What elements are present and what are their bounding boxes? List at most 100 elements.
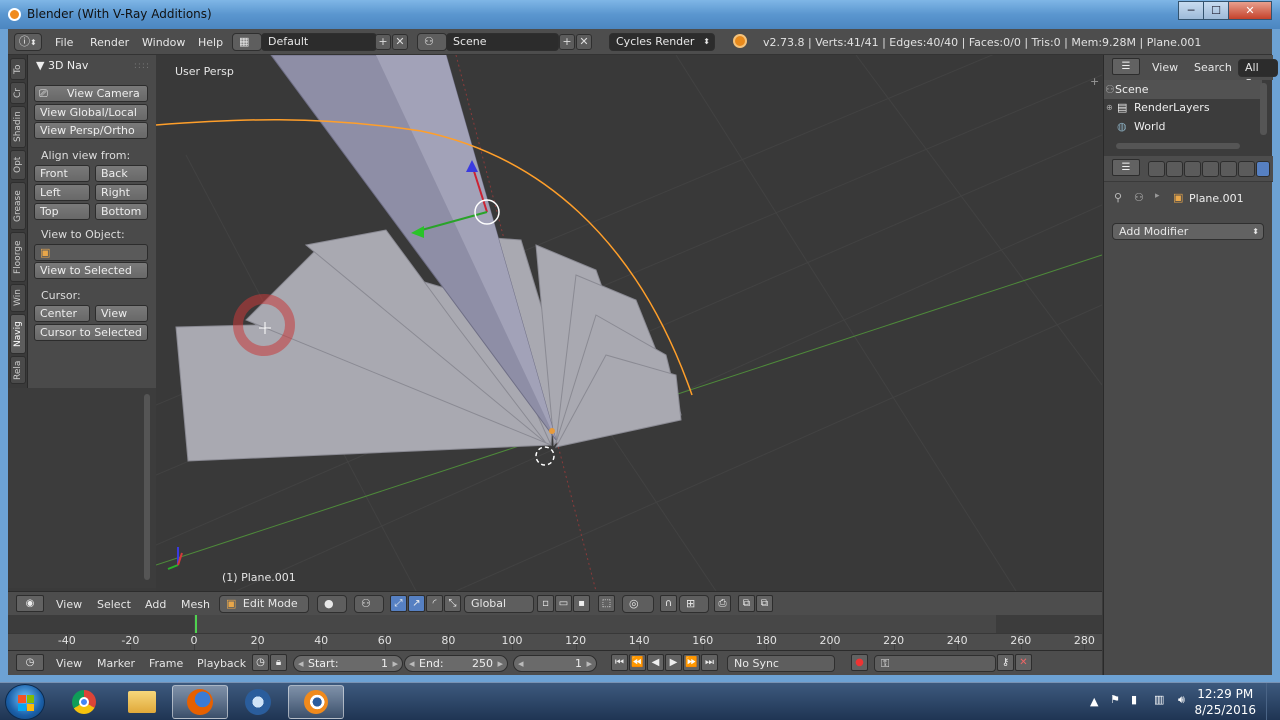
current-frame-field[interactable]: ◂ 1 ▸ (513, 655, 597, 672)
tab-navigation[interactable]: Navig (10, 314, 26, 354)
opengl-render-seq-button[interactable]: ⧉ (756, 595, 773, 612)
maximize-button[interactable]: ☐ (1203, 1, 1229, 20)
panel-grip-icon[interactable]: :::: (134, 61, 150, 71)
outliner-item-world[interactable]: ◍ World (1104, 117, 1262, 136)
timeline-editor[interactable]: -40 -20 0 20 40 60 80 100 120 140 160 180 200 220 240 2… (8, 615, 1102, 650)
scene-field[interactable]: Scene (446, 33, 559, 51)
taskbar-clock[interactable]: 12:29 PM 8/25/2016 (1194, 686, 1256, 718)
panel-title-3d-nav[interactable]: ▼ 3D Nav (36, 59, 88, 72)
menu-window[interactable]: Window (142, 36, 185, 49)
align-bottom-button[interactable]: Bottom (95, 203, 148, 220)
view-to-selected-button[interactable]: View to Selected (34, 262, 148, 279)
opengl-render-button[interactable]: ⎙ (714, 595, 731, 612)
tab-floorge[interactable]: Floorge (10, 232, 26, 282)
end-frame-field[interactable]: ◂ End: 250 ▸ (404, 655, 508, 672)
timeline-menu-marker[interactable]: Marker (97, 657, 135, 670)
close-button[interactable]: ✕ (1228, 1, 1272, 20)
menu-help[interactable]: Help (198, 36, 223, 49)
menu-view[interactable]: View (56, 598, 82, 611)
cursor-view-button[interactable]: View (95, 305, 148, 322)
editor-type-3d-button[interactable]: ◉ (16, 595, 44, 612)
edge-select-button[interactable]: ▭ (555, 595, 572, 612)
viewport-shading-dropdown[interactable]: ● (317, 595, 347, 613)
editor-type-info-button[interactable]: ⓘ⬍ (14, 33, 42, 51)
scene-icon-button[interactable]: ⚇ (417, 33, 447, 51)
jump-to-end-button[interactable]: ⏭ (701, 654, 718, 671)
align-right-button[interactable]: Right (95, 184, 148, 201)
render-layers-tab-icon[interactable] (1166, 161, 1183, 177)
tab-grease-pencil[interactable]: Grease (10, 182, 26, 230)
align-back-button[interactable]: Back (95, 165, 148, 182)
taskbar-firefox[interactable] (172, 685, 228, 719)
screen-layout-field[interactable]: Default (261, 33, 377, 51)
increment-arrow-icon[interactable]: ▸ (497, 656, 503, 671)
pivot-point-dropdown[interactable]: ⚇ (354, 595, 384, 613)
menu-add[interactable]: Add (145, 598, 166, 611)
delete-keyframe-button[interactable]: ✕ (1015, 654, 1032, 671)
modifiers-tab-icon[interactable] (1256, 161, 1270, 177)
timeline-menu-frame[interactable]: Frame (149, 657, 183, 670)
3d-viewport[interactable]: User Persp (1) Plane.001 + (156, 55, 1102, 591)
view-camera-button[interactable]: ⎚ View Camera (34, 85, 148, 102)
tab-create[interactable]: Cr (10, 82, 26, 104)
snap-element-dropdown[interactable]: ⊞ (679, 595, 709, 613)
limit-selection-button[interactable]: ⬚ (598, 595, 615, 612)
tab-tools[interactable]: To (10, 58, 26, 80)
menu-file[interactable]: File (55, 36, 73, 49)
taskbar-blender[interactable] (288, 685, 344, 719)
view-global-local-button[interactable]: View Global/Local (34, 104, 148, 121)
cursor-to-selected-button[interactable]: Cursor to Selected (34, 324, 148, 341)
editor-type-properties-button[interactable]: ☰ (1112, 159, 1140, 176)
add-screen-layout-button[interactable]: + (375, 34, 391, 50)
increment-arrow-icon[interactable]: ▸ (392, 656, 398, 671)
tab-shading[interactable]: Shadin (10, 106, 26, 148)
menu-select[interactable]: Select (97, 598, 131, 611)
world-tab-icon[interactable] (1202, 161, 1219, 177)
show-hidden-icons-icon[interactable]: ▲ (1090, 695, 1098, 708)
proportional-editing-dropdown[interactable]: ◎ (622, 595, 654, 613)
taskbar-file-explorer[interactable] (114, 685, 170, 719)
remove-screen-layout-button[interactable]: ✕ (392, 34, 408, 50)
menu-render[interactable]: Render (90, 36, 129, 49)
outliner-menu-search[interactable]: Search (1194, 61, 1232, 74)
add-scene-button[interactable]: + (559, 34, 575, 50)
tab-relations[interactable]: Rela (10, 356, 26, 384)
insert-keyframe-button[interactable]: ⚷ (997, 654, 1014, 671)
outliner-scrollbar-vertical[interactable] (1260, 83, 1267, 135)
show-desktop-button[interactable] (1266, 683, 1280, 720)
rotate-manipulator-button[interactable]: ◜ (426, 595, 443, 612)
tab-options[interactable]: Opt (10, 150, 26, 180)
auto-keying-button[interactable]: ● (851, 654, 868, 671)
current-frame-indicator[interactable] (195, 615, 197, 633)
taskbar-chrome[interactable] (56, 685, 112, 719)
tool-shelf-scrollbar[interactable] (144, 394, 150, 580)
align-top-button[interactable]: Top (34, 203, 90, 220)
keying-set-field[interactable]: ⚿ (874, 655, 996, 672)
editor-type-outliner-button[interactable]: ☰ (1112, 58, 1140, 75)
menu-mesh[interactable]: Mesh (181, 598, 210, 611)
decrement-arrow-icon[interactable]: ◂ (518, 656, 524, 671)
mode-dropdown[interactable]: ▣ Edit Mode (219, 595, 309, 613)
minimize-button[interactable]: ─ (1178, 1, 1204, 20)
tab-win[interactable]: Win (10, 284, 26, 312)
view-persp-ortho-button[interactable]: View Persp/Ortho (34, 122, 148, 139)
opengl-render-anim-button[interactable]: ⧉ (738, 595, 755, 612)
render-engine-dropdown[interactable]: Cycles Render ⬍ (609, 33, 715, 51)
lock-time-cursor-button[interactable]: 🔒︎ (270, 654, 287, 671)
scene-tab-icon[interactable] (1184, 161, 1201, 177)
decrement-arrow-icon[interactable]: ◂ (298, 656, 304, 671)
constraints-tab-icon[interactable] (1238, 161, 1255, 177)
timeline-menu-playback[interactable]: Playback (197, 657, 246, 670)
viewport-add-region-icon[interactable]: + (1090, 75, 1099, 88)
timeline-menu-view[interactable]: View (56, 657, 82, 670)
jump-to-start-button[interactable]: ⏮ (611, 654, 628, 671)
power-icon[interactable]: ▮ (1131, 693, 1137, 706)
snap-toggle-button[interactable]: ∩ (660, 595, 677, 612)
align-left-button[interactable]: Left (34, 184, 90, 201)
start-frame-field[interactable]: ◂ Start: 1 ▸ (293, 655, 403, 672)
outliner-item-renderlayers[interactable]: ⊕ ▤ RenderLayers (1104, 98, 1262, 117)
start-button[interactable] (5, 684, 45, 720)
outliner-scrollbar-horizontal[interactable] (1116, 143, 1240, 149)
render-tab-icon[interactable] (1148, 161, 1165, 177)
increment-arrow-icon[interactable]: ▸ (586, 656, 592, 671)
